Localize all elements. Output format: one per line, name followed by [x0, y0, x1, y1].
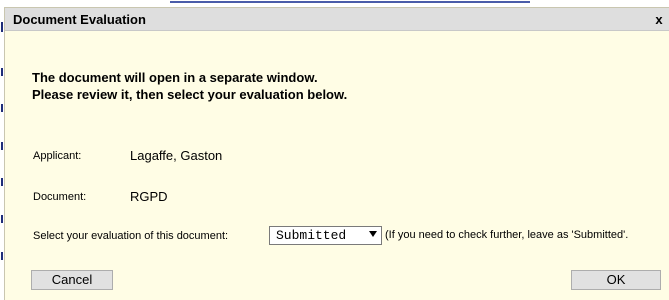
document-value: RGPD	[130, 189, 168, 204]
background-tick	[1, 178, 3, 186]
evaluation-hint: (If you need to check further, leave as …	[385, 229, 629, 241]
cancel-button[interactable]: Cancel	[31, 270, 113, 290]
ok-button[interactable]: OK	[571, 270, 661, 290]
background-window-border	[170, 1, 530, 3]
dropdown-arrow-icon	[369, 231, 377, 237]
dialog-titlebar[interactable]: Document Evaluation x	[5, 8, 669, 31]
intro-message: The document will open in a separate win…	[32, 69, 347, 103]
background-tick	[1, 142, 3, 150]
document-label: Document:	[33, 191, 87, 203]
evaluation-label: Select your evaluation of this document:	[33, 230, 229, 242]
background-tick	[1, 104, 3, 112]
background-tick	[1, 215, 3, 223]
page: Document Evaluation x The document will …	[0, 0, 669, 300]
evaluation-select[interactable]: Submitted	[269, 226, 382, 245]
background-tick	[1, 22, 3, 32]
close-icon[interactable]: x	[652, 13, 666, 27]
dialog-title: Document Evaluation	[13, 12, 146, 27]
evaluation-selected-value: Submitted	[276, 228, 347, 243]
intro-line-2: Please review it, then select your evalu…	[32, 87, 348, 102]
applicant-label: Applicant:	[33, 150, 82, 162]
applicant-value: Lagaffe, Gaston	[130, 148, 223, 163]
background-tick	[1, 252, 3, 260]
background-tick	[1, 68, 3, 76]
intro-line-1: The document will open in a separate win…	[32, 70, 318, 85]
document-evaluation-dialog: Document Evaluation x The document will …	[4, 7, 669, 300]
